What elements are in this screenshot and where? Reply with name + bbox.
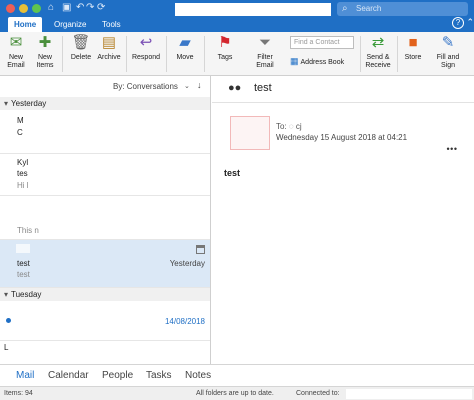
sort-dropdown[interactable]: By: Conversations: [113, 82, 178, 91]
search-icon: ⌕: [342, 3, 348, 14]
filter-icon: ⏷: [258, 34, 271, 51]
reading-pane: ●● test To: ◌ cj Wednesday 15 August 201…: [212, 76, 474, 364]
sort-bar: By: Conversations ⌄ ↓: [0, 76, 210, 96]
collapse-ribbon-icon[interactable]: ⌃: [466, 17, 474, 28]
address-book-icon: ▦: [290, 56, 299, 66]
calendar-icon: [196, 245, 205, 254]
ribbon-divider: [62, 36, 63, 72]
list-item[interactable]: L: [0, 341, 210, 364]
status-bar: Items: 94 All folders are up to date. Co…: [0, 386, 474, 400]
redo-icon[interactable]: ↷: [86, 2, 94, 14]
new-email-button[interactable]: ✉ New Email: [4, 34, 28, 70]
flag-icon: ⚑: [218, 34, 232, 51]
minimize-window-button[interactable]: [19, 4, 28, 13]
delete-button[interactable]: 🗑 Delete: [68, 34, 94, 62]
archive-button[interactable]: ▤ Archive: [95, 34, 123, 62]
list-item-selected[interactable]: test test Yesterday: [0, 240, 210, 288]
undo-icon[interactable]: ↶: [76, 2, 84, 14]
chevron-down-icon: ▾: [4, 99, 9, 108]
ribbon: ✉ New Email ✚ New Items 🗑 Delete ▤ Archi…: [0, 32, 474, 76]
new-items-button[interactable]: ✚ New Items: [32, 34, 58, 70]
module-notes[interactable]: Notes: [185, 370, 211, 381]
move-button[interactable]: ▰ Move: [172, 34, 198, 62]
sort-direction-icon[interactable]: ↓: [197, 80, 202, 90]
find-contact-input[interactable]: Find a Contact: [290, 36, 354, 49]
new-email-icon: ✉: [9, 34, 23, 51]
received-date: Wednesday 15 August 2018 at 04:21: [276, 133, 408, 142]
module-mail[interactable]: Mail: [16, 370, 34, 381]
archive-icon: ▤: [101, 34, 117, 51]
list-item[interactable]: 14/08/2018: [0, 301, 210, 341]
new-items-icon: ✚: [38, 34, 52, 51]
store-button[interactable]: ■ Store: [400, 34, 426, 62]
ribbon-divider: [397, 36, 398, 72]
address-book-button[interactable]: ▦ Address Book: [290, 56, 344, 67]
trash-icon: 🗑: [71, 34, 91, 51]
zoom-window-button[interactable]: [32, 4, 41, 13]
list-item[interactable]: M C: [0, 110, 210, 154]
more-options-icon[interactable]: • • •: [447, 144, 458, 154]
tab-home[interactable]: Home: [8, 17, 43, 32]
tab-tools[interactable]: Tools: [96, 17, 127, 32]
item-count: Items: 94: [4, 390, 33, 397]
to-line: To: ◌ cj: [276, 122, 302, 131]
list-item[interactable]: Kyl tes Hi l: [0, 154, 210, 196]
home-icon[interactable]: ⌂: [48, 2, 54, 14]
module-people[interactable]: People: [102, 370, 133, 381]
send-receive-icon: ⇄: [371, 34, 385, 51]
help-button[interactable]: ?: [452, 17, 464, 29]
chevron-down-icon: ▾: [4, 290, 9, 299]
message-body: test: [224, 168, 241, 178]
recipient-avatar-icon: ◌: [288, 122, 294, 131]
send-receive-icon[interactable]: ⟳: [97, 2, 105, 14]
title-bar: ⌂ ▣ ↶ ↷ ⟳ ⌕ Search Home Organize Tools ?…: [0, 0, 474, 32]
message-subject: test: [254, 82, 272, 94]
redacted-sender: [16, 244, 30, 253]
tab-organize[interactable]: Organize: [48, 17, 92, 32]
send-receive-button[interactable]: ⇄ Send & Receive: [363, 34, 393, 70]
group-header-tuesday[interactable]: ▾ Tuesday: [0, 288, 210, 301]
close-window-button[interactable]: [6, 4, 15, 13]
fill-and-sign-button[interactable]: ✎ Fill and Sign: [433, 34, 463, 70]
conversation-icon: ●●: [228, 82, 242, 94]
pen-icon: ✎: [441, 34, 455, 51]
ribbon-divider: [204, 36, 205, 72]
search-input[interactable]: ⌕ Search: [337, 2, 468, 16]
connection-status: Connected to:: [296, 390, 340, 397]
save-icon[interactable]: ▣: [62, 2, 71, 14]
window-title: [175, 3, 331, 16]
module-tasks[interactable]: Tasks: [146, 370, 172, 381]
recipient[interactable]: cj: [296, 122, 302, 131]
ribbon-divider: [360, 36, 361, 72]
move-folder-icon: ▰: [179, 34, 191, 51]
message-list-pane: By: Conversations ⌄ ↓ ▾ Yesterday M C Kyl…: [0, 76, 211, 364]
ribbon-divider: [166, 36, 167, 72]
respond-button[interactable]: ↩ Respond: [130, 34, 162, 62]
filter-email-button[interactable]: ⏷ Filter Email: [252, 34, 278, 70]
ribbon-divider: [126, 36, 127, 72]
store-bag-icon: ■: [408, 34, 418, 51]
search-placeholder: Search: [356, 4, 382, 13]
connection-target: [346, 389, 472, 399]
sync-status: All folders are up to date.: [196, 390, 274, 397]
sender-avatar: [230, 116, 270, 150]
chevron-down-icon[interactable]: ⌄: [184, 82, 190, 90]
unread-indicator: [6, 318, 11, 323]
module-calendar[interactable]: Calendar: [48, 370, 89, 381]
list-item[interactable]: This n: [0, 196, 210, 240]
divider: [212, 102, 474, 103]
reply-icon: ↩: [139, 34, 153, 51]
tags-button[interactable]: ⚑ Tags: [212, 34, 238, 62]
group-header-yesterday[interactable]: ▾ Yesterday: [0, 97, 210, 110]
module-bar: Mail Calendar People Tasks Notes: [0, 364, 474, 386]
